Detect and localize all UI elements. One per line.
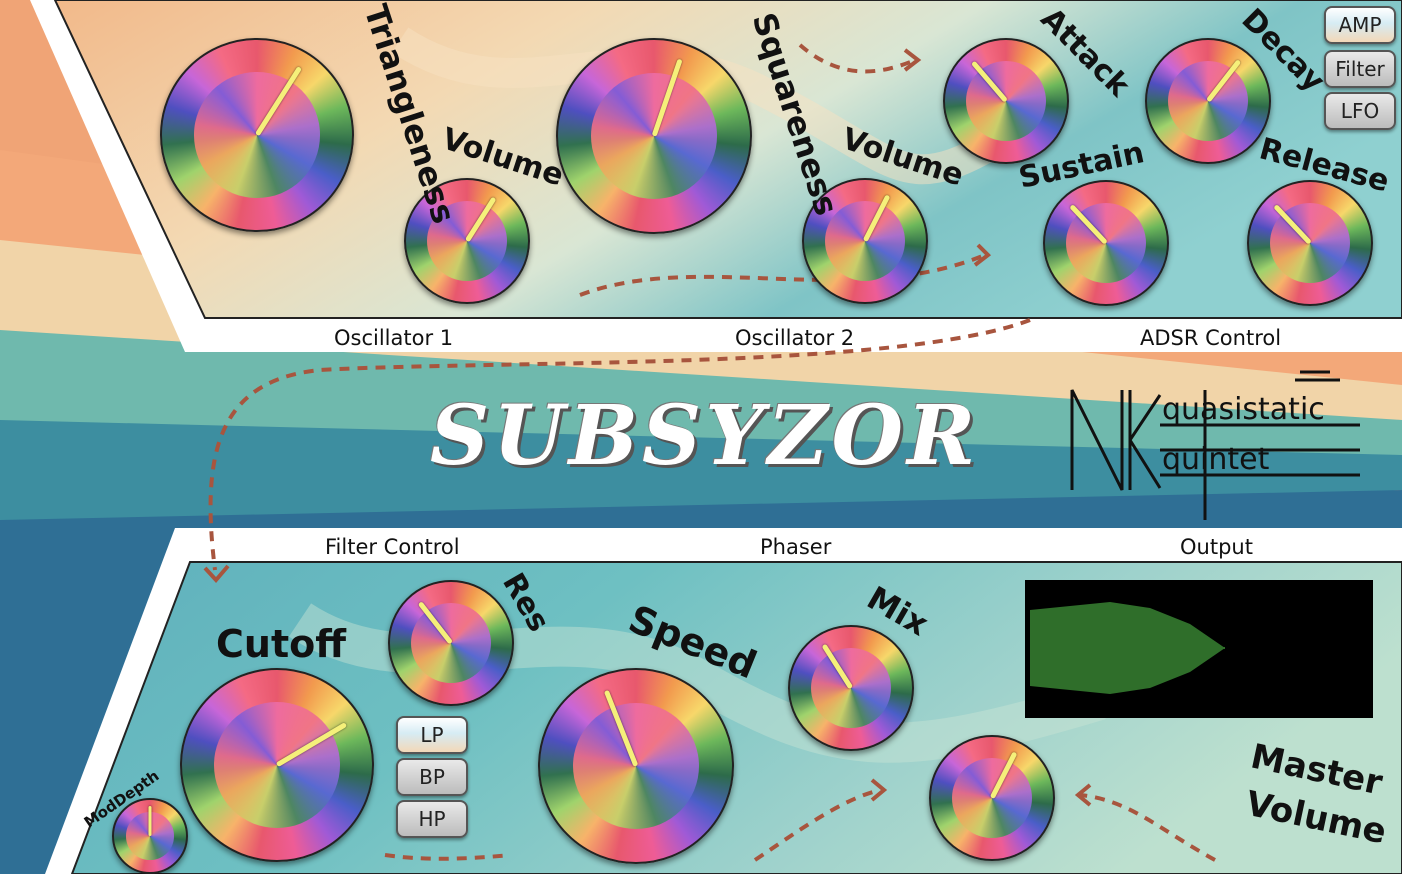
cutoff-knob[interactable] [180, 668, 374, 862]
logo-text-quasistatic: quasistatic [1162, 392, 1325, 427]
envelope-lfo-button[interactable]: LFO [1324, 92, 1396, 130]
triangleness-knob[interactable] [160, 38, 354, 232]
cutoff-label: Cutoff [216, 622, 346, 666]
section-label-oscillator1: Oscillator 1 [334, 326, 454, 350]
mix-knob[interactable] [788, 625, 914, 751]
envelope-amp-button[interactable]: AMP [1324, 6, 1396, 44]
section-label-phaser: Phaser [760, 535, 832, 559]
logo-text-quintet: quintet [1162, 442, 1270, 477]
knob-pointer [148, 805, 152, 836]
filter-hp-button[interactable]: HP [396, 800, 468, 838]
speed-knob[interactable] [538, 668, 734, 864]
section-label-filter: Filter Control [325, 535, 460, 559]
mod-depth-knob[interactable] [112, 798, 188, 874]
section-label-oscillator2: Oscillator 2 [735, 326, 855, 350]
release-knob[interactable] [1247, 180, 1373, 306]
master-volume-knob[interactable] [929, 735, 1055, 861]
app-title: SUBSYZOR [430, 388, 980, 484]
envelope-filter-button[interactable]: Filter [1324, 50, 1396, 88]
attack-knob[interactable] [943, 38, 1069, 164]
sustain-knob[interactable] [1043, 180, 1169, 306]
filter-lp-button[interactable]: LP [396, 716, 468, 754]
section-label-adsr: ADSR Control [1140, 326, 1282, 350]
filter-bp-button[interactable]: BP [396, 758, 468, 796]
decay-knob[interactable] [1145, 38, 1271, 164]
section-label-output: Output [1180, 535, 1253, 559]
res-knob[interactable] [388, 580, 514, 706]
squareness-knob[interactable] [556, 38, 752, 234]
